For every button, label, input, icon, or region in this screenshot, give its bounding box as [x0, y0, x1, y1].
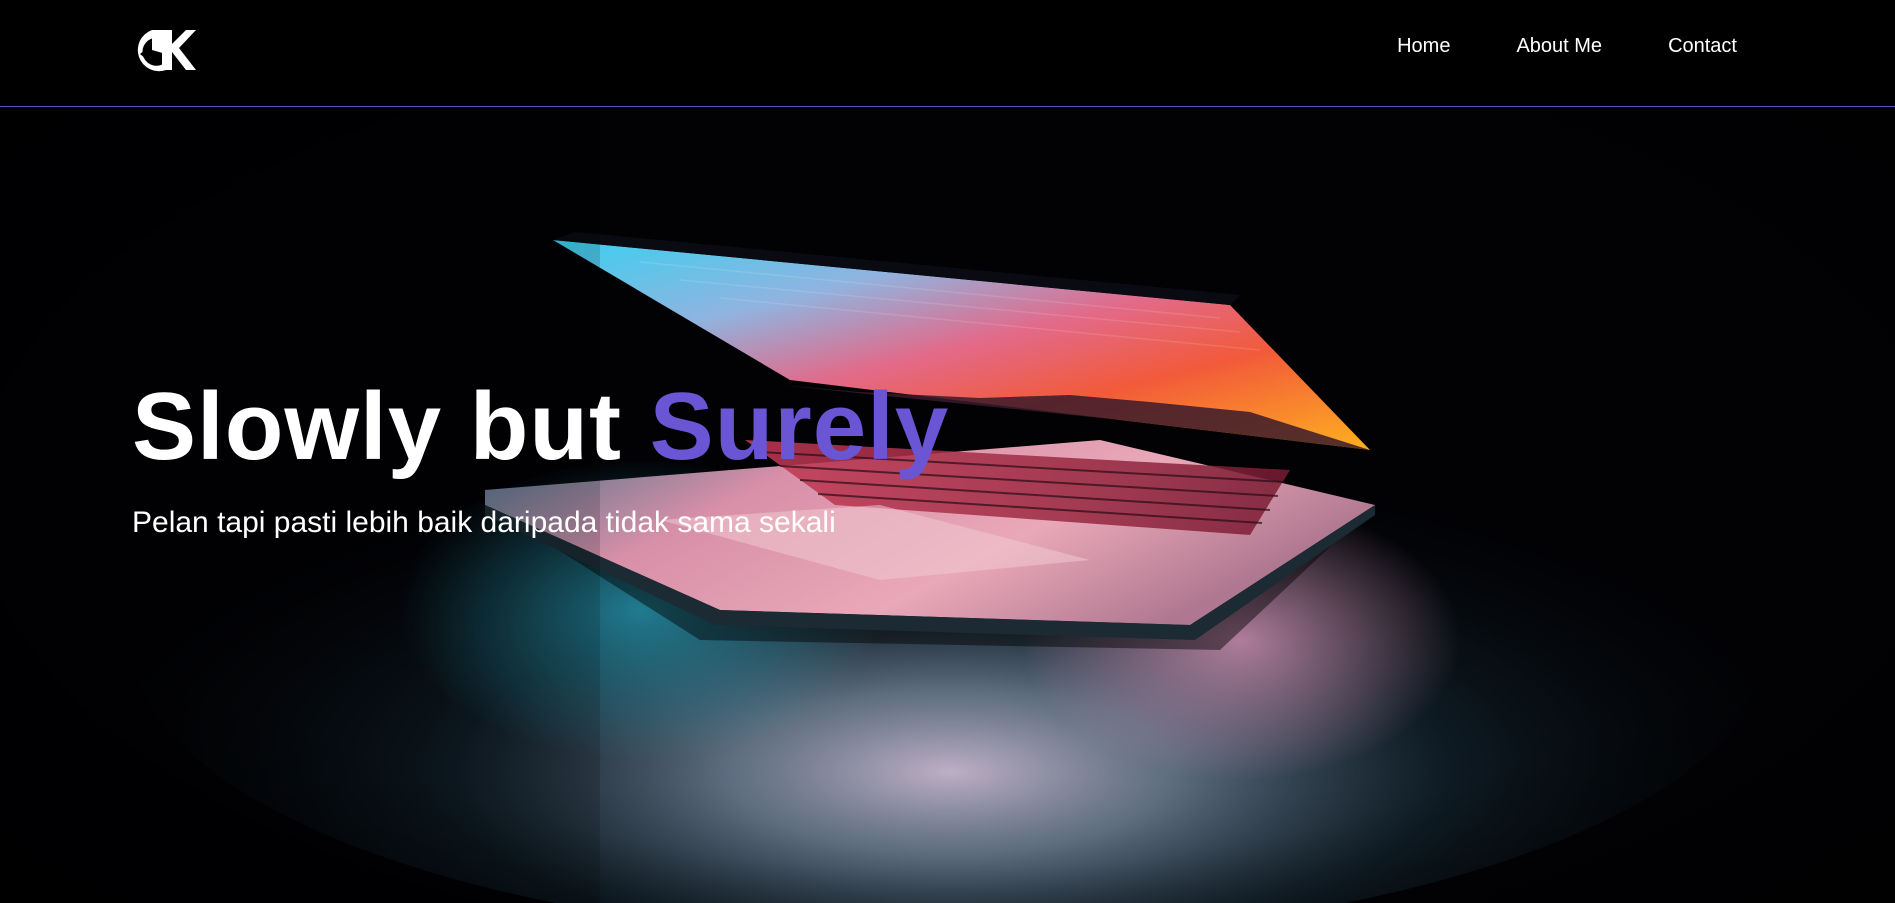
hero-title-main: Slowly but	[132, 373, 650, 480]
logo[interactable]	[132, 24, 196, 76]
hero-title-accent: Surely	[649, 373, 950, 480]
nav-home-link[interactable]: Home	[1397, 34, 1450, 58]
hero-content: Slowly but Surely Pelan tapi pasti lebih…	[132, 372, 949, 542]
nav-links: Home About Me Contact	[1397, 34, 1737, 58]
nav-about-me-link[interactable]: About Me	[1516, 34, 1602, 58]
nav-contact-link[interactable]: Contact	[1668, 34, 1737, 58]
navbar: Home About Me Contact	[0, 0, 1895, 107]
hero-title: Slowly but Surely	[132, 372, 949, 482]
dk-monogram-logo-icon	[137, 30, 196, 72]
hero-subtitle: Pelan tapi pasti lebih baik daripada tid…	[132, 506, 836, 539]
page: Home About Me Contact Slowly but Surely …	[0, 0, 1895, 903]
